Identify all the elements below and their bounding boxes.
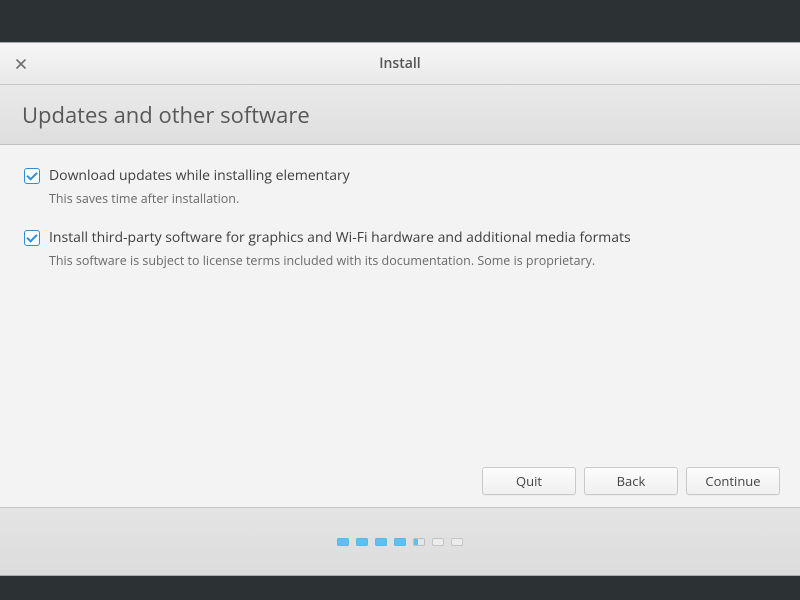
progress-dot: [356, 538, 368, 546]
progress-dot-current: [413, 538, 425, 546]
progress-dot: [337, 538, 349, 546]
option-third-party: Install third-party software for graphic…: [24, 229, 776, 269]
option-download-updates: Download updates while installing elemen…: [24, 167, 776, 207]
option-label: Download updates while installing elemen…: [49, 167, 350, 185]
window-title: Install: [0, 54, 800, 73]
desktop-panel-top: [0, 0, 800, 42]
option-description: This saves time after installation.: [49, 191, 350, 207]
desktop-panel-bottom: [0, 576, 800, 600]
button-row: Quit Back Continue: [482, 467, 780, 495]
progress-dot: [451, 538, 463, 546]
close-button[interactable]: [12, 55, 30, 73]
quit-button[interactable]: Quit: [482, 467, 576, 495]
close-icon: [16, 59, 26, 69]
checkbox-download-updates[interactable]: [24, 168, 40, 184]
titlebar: Install: [0, 43, 800, 85]
progress-dot: [375, 538, 387, 546]
installer-window: Install Updates and other software Downl…: [0, 42, 800, 576]
progress-dot: [394, 538, 406, 546]
content-area: Download updates while installing elemen…: [0, 145, 800, 507]
page-title: Updates and other software: [22, 100, 310, 130]
continue-button[interactable]: Continue: [686, 467, 780, 495]
progress-dot: [432, 538, 444, 546]
page-header: Updates and other software: [0, 85, 800, 145]
option-description: This software is subject to license term…: [49, 253, 631, 269]
option-label: Install third-party software for graphic…: [49, 229, 631, 247]
checkbox-third-party[interactable]: [24, 230, 40, 246]
back-button[interactable]: Back: [584, 467, 678, 495]
progress-footer: [0, 507, 800, 575]
